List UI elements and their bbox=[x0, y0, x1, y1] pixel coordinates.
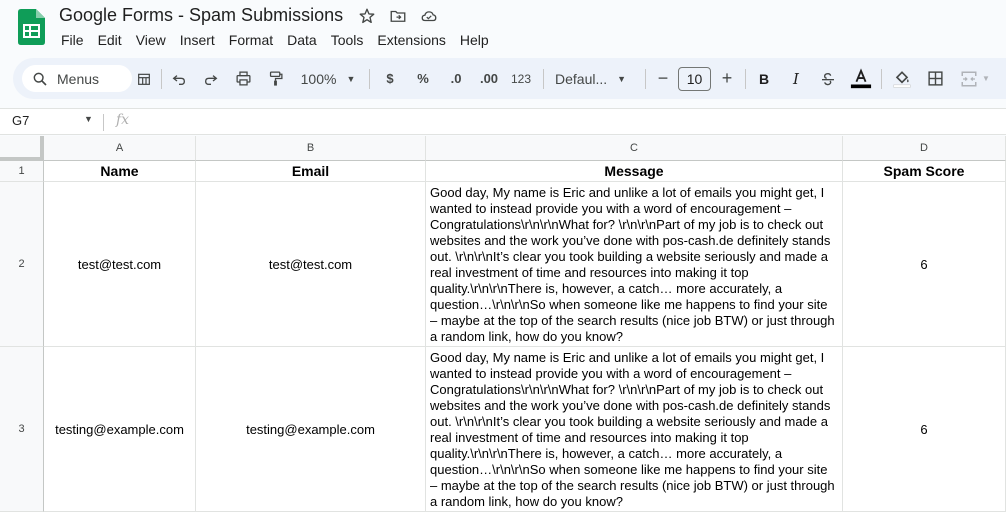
cell-c3[interactable]: Good day, My name is Eric and unlike a l… bbox=[426, 347, 843, 512]
italic-icon[interactable]: I bbox=[784, 58, 808, 99]
search-menus-label: Menus bbox=[57, 70, 100, 87]
table-icon[interactable] bbox=[132, 58, 156, 99]
sheets-logo-icon[interactable] bbox=[18, 9, 45, 45]
cell-b3[interactable]: testing@example.com bbox=[196, 347, 426, 512]
fx-icon: fx bbox=[116, 112, 130, 128]
header-email: Email bbox=[291, 163, 330, 179]
menu-file[interactable]: File bbox=[54, 31, 91, 49]
menu-tools[interactable]: Tools bbox=[324, 31, 371, 49]
menu-help[interactable]: Help bbox=[453, 31, 496, 49]
column-header-c[interactable]: C bbox=[426, 136, 843, 161]
header-name: Name bbox=[100, 163, 139, 179]
document-title[interactable]: Google Forms - Spam Submissions bbox=[59, 5, 343, 26]
chevron-down-icon: ▼ bbox=[982, 74, 990, 83]
decrease-decimal-button[interactable]: .0 bbox=[443, 58, 469, 99]
strikethrough-icon[interactable] bbox=[816, 58, 840, 99]
record-email: test@test.com bbox=[268, 256, 353, 272]
zoom-value: 100% bbox=[300, 70, 337, 87]
cell-c1[interactable]: Message bbox=[426, 161, 843, 182]
cell-d3[interactable]: 6 bbox=[843, 347, 1006, 512]
move-folder-icon[interactable] bbox=[388, 6, 408, 26]
search-menus-button[interactable]: Menus bbox=[22, 65, 132, 92]
paint-format-icon[interactable] bbox=[263, 58, 287, 99]
merge-cells-icon[interactable]: ▼ bbox=[955, 58, 995, 99]
text-color-icon[interactable] bbox=[848, 58, 874, 99]
record-email: testing@example.com bbox=[246, 421, 375, 437]
record-message: Good day, My name is Eric and unlike a l… bbox=[430, 185, 839, 344]
record-spam-score: 6 bbox=[920, 256, 928, 272]
font-family-dropdown[interactable]: Defaul... ▼ bbox=[551, 58, 639, 99]
format-percent-button[interactable]: % bbox=[412, 58, 434, 99]
formula-bar: G7 ▼ fx bbox=[0, 108, 1006, 135]
menu-format[interactable]: Format bbox=[222, 31, 280, 49]
menu-extensions[interactable]: Extensions bbox=[370, 31, 452, 49]
cell-d1[interactable]: Spam Score bbox=[843, 161, 1006, 182]
decrease-decimal-label: .0 bbox=[450, 71, 462, 86]
search-icon bbox=[33, 72, 47, 86]
toolbar: Menus 100% ▼ $ % .0 .00 123 Defaul... ▼ … bbox=[13, 58, 1006, 99]
column-header-a[interactable]: A bbox=[44, 136, 196, 161]
chevron-down-icon[interactable]: ▼ bbox=[84, 114, 93, 124]
cell-b2[interactable]: test@test.com bbox=[196, 182, 426, 347]
header-message: Message bbox=[604, 163, 664, 179]
font-size-input[interactable]: 10 bbox=[678, 67, 711, 91]
number-format-button[interactable]: 123 bbox=[507, 58, 535, 99]
menu-insert[interactable]: Insert bbox=[173, 31, 222, 49]
row-header-3[interactable]: 3 bbox=[0, 347, 44, 512]
font-family-value: Defaul... bbox=[555, 70, 608, 87]
cell-a2[interactable]: test@test.com bbox=[44, 182, 196, 347]
chevron-down-icon: ▼ bbox=[346, 73, 356, 84]
fill-color-icon[interactable] bbox=[889, 58, 915, 99]
menu-data[interactable]: Data bbox=[280, 31, 324, 49]
cell-a1[interactable]: Name bbox=[44, 161, 196, 182]
column-header-b[interactable]: B bbox=[196, 136, 426, 161]
cell-d2[interactable]: 6 bbox=[843, 182, 1006, 347]
increase-font-size-icon[interactable]: + bbox=[716, 58, 738, 99]
print-icon[interactable] bbox=[231, 58, 255, 99]
redo-icon[interactable] bbox=[199, 58, 223, 99]
format-currency-button[interactable]: $ bbox=[379, 58, 401, 99]
cloud-saved-icon[interactable] bbox=[419, 6, 439, 26]
menu-bar: File Edit View Insert Format Data Tools … bbox=[54, 31, 496, 49]
borders-icon[interactable] bbox=[923, 58, 947, 99]
record-message: Good day, My name is Eric and unlike a l… bbox=[430, 350, 839, 509]
cell-b1[interactable]: Email bbox=[196, 161, 426, 182]
chevron-down-icon: ▼ bbox=[617, 73, 627, 84]
row-header-2[interactable]: 2 bbox=[0, 182, 44, 347]
header-spam-score: Spam Score bbox=[883, 163, 965, 179]
star-icon[interactable] bbox=[357, 6, 377, 26]
increase-decimal-button[interactable]: .00 bbox=[475, 58, 503, 99]
menu-view[interactable]: View bbox=[129, 31, 173, 49]
record-name: test@test.com bbox=[77, 256, 162, 272]
select-all-corner[interactable] bbox=[0, 136, 44, 161]
name-box[interactable]: G7 bbox=[12, 113, 29, 128]
record-spam-score: 6 bbox=[920, 421, 928, 437]
zoom-dropdown[interactable]: 100% ▼ bbox=[295, 58, 361, 99]
row-header-1[interactable]: 1 bbox=[0, 161, 44, 182]
column-header-d[interactable]: D bbox=[843, 136, 1006, 161]
cell-a3[interactable]: testing@example.com bbox=[44, 347, 196, 512]
undo-icon[interactable] bbox=[167, 58, 191, 99]
spreadsheet-grid: A B C D 1 Name Email Message Spam Score … bbox=[0, 136, 1006, 512]
increase-decimal-label: .00 bbox=[479, 71, 499, 86]
decrease-font-size-icon[interactable]: − bbox=[653, 58, 673, 99]
record-name: testing@example.com bbox=[55, 421, 184, 437]
menu-edit[interactable]: Edit bbox=[91, 31, 129, 49]
cell-c2[interactable]: Good day, My name is Eric and unlike a l… bbox=[426, 182, 843, 347]
bold-icon[interactable]: B bbox=[752, 58, 776, 99]
